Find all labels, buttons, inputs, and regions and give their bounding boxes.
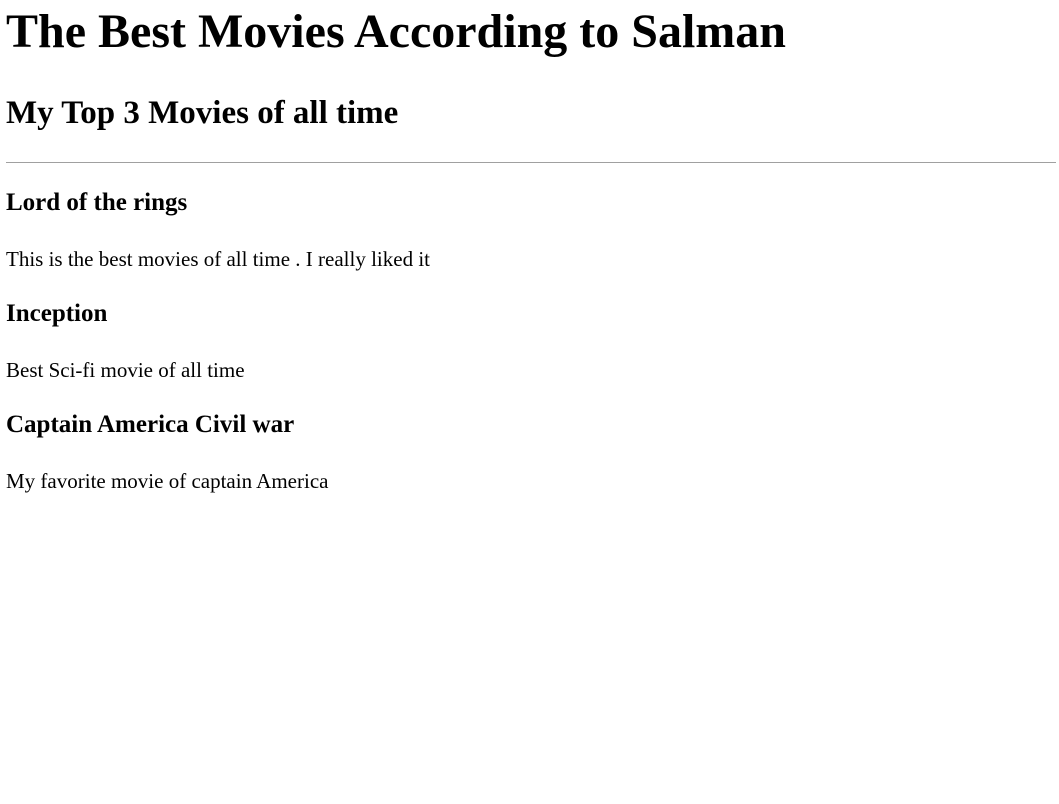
movie-item-inception: Inception Best Sci-fi movie of all time	[6, 300, 1053, 382]
movie-title: Lord of the rings	[6, 189, 188, 217]
movie-title: Inception	[6, 300, 108, 328]
movie-title: Captain America Civil war	[6, 410, 295, 438]
page-title: The Best Movies According to Salman	[6, 5, 786, 58]
movie-item-lord-of-the-rings: Lord of the rings This is the best movie…	[6, 189, 1053, 271]
movie-description: My favorite movie of captain America	[6, 468, 329, 493]
divider	[6, 162, 1056, 164]
movie-description: This is the best movies of all time . I …	[6, 246, 430, 271]
movie-description: Best Sci-fi movie of all time	[6, 357, 245, 382]
page-subtitle: My Top 3 Movies of all time	[6, 95, 399, 132]
movie-item-captain-america-civil-war: Captain America Civil war My favorite mo…	[6, 411, 1053, 493]
